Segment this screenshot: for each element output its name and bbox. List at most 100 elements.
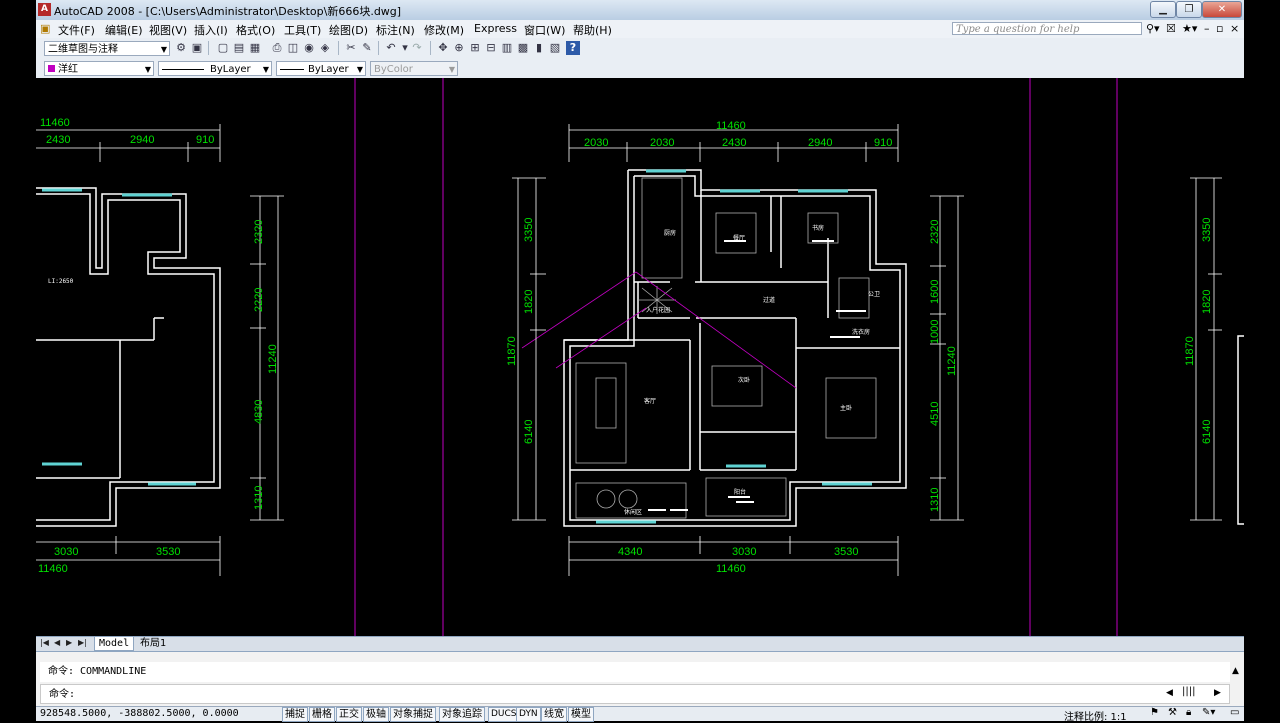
room-label-second-bedroom: 次卧 [738, 376, 750, 384]
menu-format[interactable]: 格式(O) [236, 22, 275, 38]
new-icon[interactable]: ▢ [216, 41, 230, 55]
screen-left-margin [0, 0, 36, 720]
undo-icon[interactable]: ↶ [384, 41, 398, 55]
3d-dwf-icon[interactable]: ◈ [318, 41, 332, 55]
doc-minimize-button[interactable]: – [1204, 22, 1210, 35]
right-dimension-lines [1190, 177, 1244, 525]
menu-tools[interactable]: 工具(T) [284, 22, 321, 38]
help-icon[interactable]: ? [566, 41, 580, 55]
dim-left-2: 1820 [523, 290, 535, 314]
chevron-down-icon: ▼ [160, 45, 167, 54]
menu-edit[interactable]: 编辑(E) [105, 22, 143, 38]
zoom-previous-icon[interactable]: ⊟ [484, 41, 498, 55]
auto-scale-icon[interactable]: ⚒ [1168, 707, 1177, 718]
left-dim-top-3: 910 [196, 134, 214, 146]
close-button[interactable]: ✕ [1202, 1, 1242, 18]
toolbar-separator [378, 41, 379, 55]
pan-icon[interactable]: ✥ [436, 41, 450, 55]
linetype-value: ByLayer [210, 64, 251, 75]
print-preview-icon[interactable]: ◫ [286, 41, 300, 55]
tab-layout1[interactable]: 布局1 [136, 637, 170, 650]
menu-view[interactable]: 视图(V) [149, 22, 187, 38]
help-search-input[interactable]: Type a question for help [952, 22, 1142, 35]
tray-settings-icon[interactable]: ✎▾ [1202, 707, 1215, 718]
doc-close-button[interactable]: × [1230, 22, 1239, 35]
color-dropdown[interactable]: 洋红 ▼ [44, 61, 154, 76]
sheet-set-icon[interactable]: ▧ [548, 41, 562, 55]
toolbar-separator [338, 41, 339, 55]
command-scroll-up-icon[interactable]: ▲ [1232, 666, 1239, 676]
match-properties-icon[interactable]: ✎ [360, 41, 374, 55]
dim-top-1: 2030 [584, 137, 608, 149]
save-icon[interactable]: ▦ [248, 41, 262, 55]
maximize-button[interactable]: ❐ [1176, 1, 1202, 18]
tab-last-icon[interactable]: ▶| [78, 638, 87, 647]
document-icon[interactable]: ▣ [40, 22, 50, 35]
communication-center-icon[interactable]: ☒ [1166, 22, 1176, 35]
linetype-dropdown[interactable]: ByLayer ▼ [158, 61, 272, 76]
tab-prev-icon[interactable]: ◀ [54, 638, 60, 647]
lineweight-dropdown[interactable]: ByLayer ▼ [276, 61, 366, 76]
doc-restore-button[interactable]: ▫ [1216, 22, 1223, 35]
command-scroll-thumb[interactable]: |||| [1182, 686, 1195, 697]
favorites-icon[interactable]: ★▾ [1182, 22, 1197, 35]
menu-window[interactable]: 窗口(W) [524, 22, 565, 38]
workspace-dropdown[interactable]: 二维草图与注释 ▼ [44, 41, 170, 56]
redo-icon[interactable]: ↷ [410, 41, 424, 55]
command-input[interactable]: 命令: [40, 684, 1230, 704]
workspace-settings-icon[interactable]: ⚙ [174, 41, 188, 55]
autocad-app-icon[interactable]: A [38, 3, 51, 16]
room-label-balcony: 阳台 [734, 488, 746, 496]
center-plan-walls [563, 169, 907, 527]
chevron-down-icon: ▼ [144, 65, 151, 74]
chevron-down-icon: ▼ [262, 65, 269, 74]
chevron-down-icon: ▼ [448, 65, 455, 74]
command-scroll-left-icon[interactable]: ◀ [1166, 688, 1173, 698]
dim-top-2: 2030 [650, 137, 674, 149]
properties-icon[interactable]: ▥ [500, 41, 514, 55]
room-labels: 厨房 餐厅 书房 过道 入户花园 公卫 客厅 次卧 主卧 阳台 休闲区 洗衣房 [624, 224, 880, 516]
command-window: 命令: COMMANDLINE 命令: ▲ ◀ |||| ▶ [36, 651, 1244, 707]
left-plan-walls [36, 187, 221, 527]
menu-help[interactable]: 帮助(H) [573, 22, 612, 38]
dim-right-4: 4510 [929, 402, 941, 426]
workspace-value: 二维草图与注释 [48, 44, 118, 55]
plotstyle-dropdown[interactable]: ByColor ▼ [370, 61, 458, 76]
window-title: AutoCAD 2008 - [C:\Users\Administrator\D… [54, 5, 402, 18]
menu-file[interactable]: 文件(F) [58, 22, 95, 38]
menu-insert[interactable]: 插入(I) [194, 22, 228, 38]
tab-model[interactable]: Model [94, 637, 135, 651]
drawing-canvas[interactable]: 厨房 餐厅 书房 过道 入户花园 公卫 客厅 次卧 主卧 阳台 休闲区 洗衣房 [36, 78, 1244, 636]
zoom-realtime-icon[interactable]: ⊕ [452, 41, 466, 55]
zoom-window-icon[interactable]: ⊞ [468, 41, 482, 55]
dim-top-4: 2940 [808, 137, 832, 149]
color-value: 洋红 [58, 64, 78, 75]
annotation-scale[interactable]: 注释比例: 1:1 [1064, 708, 1127, 723]
dim-right-5: 1310 [929, 488, 941, 512]
dim-left-1: 3350 [523, 218, 535, 242]
tab-first-icon[interactable]: |◀ [40, 638, 49, 647]
help-search-icon[interactable]: ⚲▾ [1146, 22, 1160, 35]
construction-lines [521, 271, 797, 389]
menu-express[interactable]: Express [474, 22, 517, 35]
annotation-visibility-icon[interactable]: ⚑ [1150, 707, 1159, 718]
clean-screen-icon[interactable]: ▭ [1230, 707, 1239, 718]
toolbar-separator [208, 41, 209, 55]
cut-icon[interactable]: ✂ [344, 41, 358, 55]
lock-icon[interactable]: 🔒︎ [1186, 707, 1191, 718]
menu-draw[interactable]: 绘图(D) [329, 22, 368, 38]
command-scroll-right-icon[interactable]: ▶ [1214, 688, 1221, 698]
left-dim-right-2: 2220 [253, 288, 265, 312]
design-center-icon[interactable]: ▩ [516, 41, 530, 55]
left-dim-right-1: 2320 [253, 220, 265, 244]
workspace-save-icon[interactable]: ▣ [190, 41, 204, 55]
print-icon[interactable]: ⎙ [270, 41, 284, 55]
menu-dimension[interactable]: 标注(N) [376, 22, 415, 38]
linetype-preview [162, 68, 204, 70]
tool-palettes-icon[interactable]: ▮ [532, 41, 546, 55]
menu-modify[interactable]: 修改(M) [424, 22, 464, 38]
tab-next-icon[interactable]: ▶ [66, 638, 72, 647]
open-icon[interactable]: ▤ [232, 41, 246, 55]
minimize-button[interactable]: ▁ [1150, 1, 1176, 18]
publish-icon[interactable]: ◉ [302, 41, 316, 55]
